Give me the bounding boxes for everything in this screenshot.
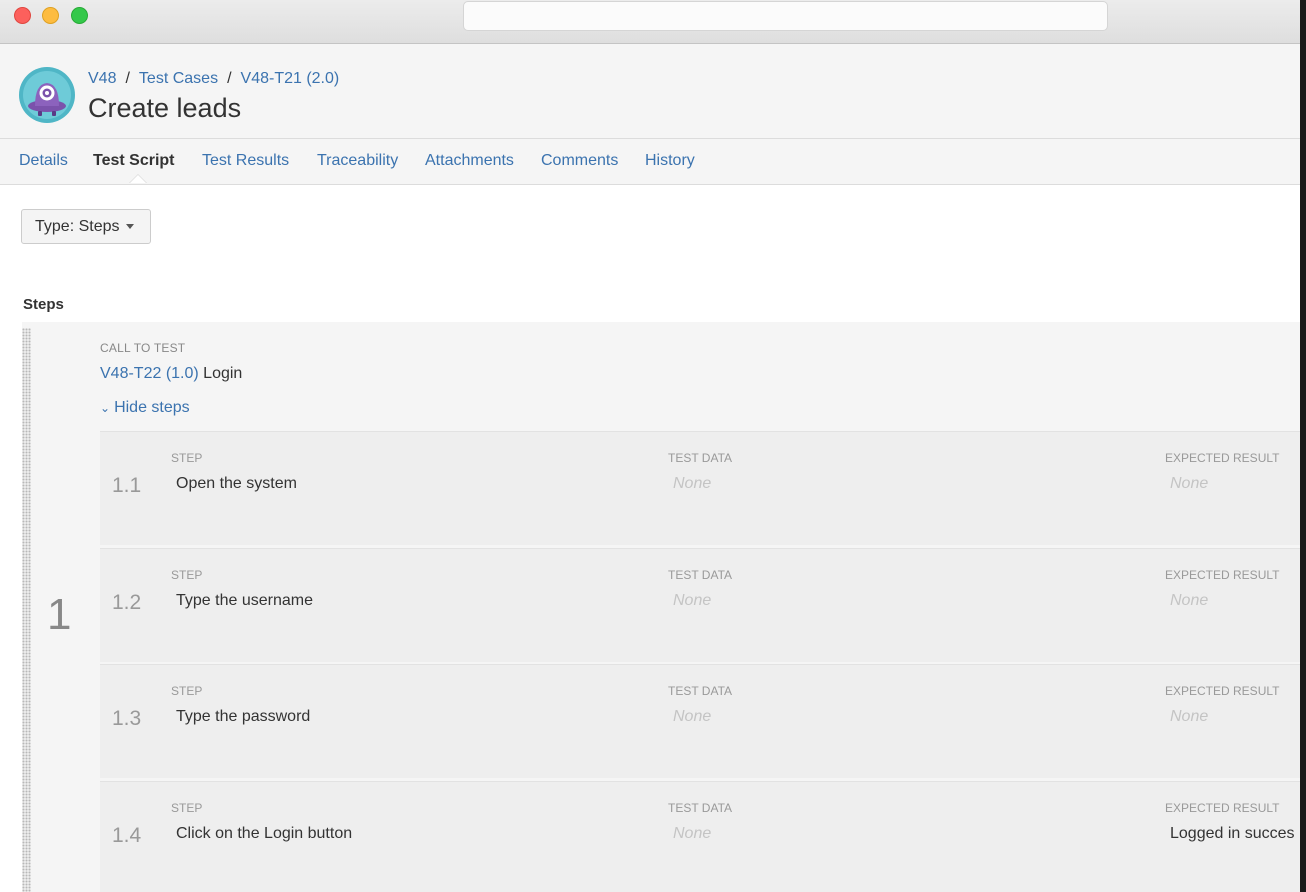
test-data-column-label: TEST DATA bbox=[668, 684, 733, 698]
expected-result-value[interactable]: None bbox=[1170, 475, 1208, 493]
step-number: 1 bbox=[47, 590, 72, 639]
tab-comments[interactable]: Comments bbox=[541, 152, 618, 170]
expected-result-column-label: EXPECTED RESULT bbox=[1165, 568, 1280, 582]
breadcrumb-section-link[interactable]: Test Cases bbox=[139, 70, 218, 87]
browser-window: V48 / Test Cases / V48-T21 (2.0) Create lead… bbox=[0, 0, 1300, 892]
steps-heading: Steps bbox=[23, 296, 64, 313]
step-column-label: STEP bbox=[171, 684, 203, 698]
chevron-down-icon: ⌄ bbox=[100, 401, 111, 415]
active-tab-indicator bbox=[129, 174, 147, 183]
test-data-value[interactable]: None bbox=[673, 708, 711, 726]
page-title: Create leads bbox=[88, 93, 242, 123]
test-data-value[interactable]: None bbox=[673, 592, 711, 610]
window-titlebar bbox=[0, 0, 1300, 44]
test-data-column-label: TEST DATA bbox=[668, 451, 733, 465]
breadcrumb: V48 / Test Cases / V48-T21 (2.0) bbox=[88, 70, 339, 88]
tab-attachments[interactable]: Attachments bbox=[425, 152, 514, 170]
breadcrumb-project-link[interactable]: V48 bbox=[88, 70, 116, 87]
page-header: V48 / Test Cases / V48-T21 (2.0) Create lead… bbox=[0, 44, 1300, 139]
called-test-link[interactable]: V48-T22 (1.0) bbox=[100, 365, 199, 382]
sub-step-description[interactable]: Open the system bbox=[176, 475, 297, 493]
tab-test-script[interactable]: Test Script bbox=[93, 152, 175, 170]
type-dropdown-label: Type: Steps bbox=[35, 218, 120, 235]
tab-test-results[interactable]: Test Results bbox=[202, 152, 289, 170]
expected-result-value[interactable]: None bbox=[1170, 708, 1208, 726]
test-data-value[interactable]: None bbox=[673, 475, 711, 493]
breadcrumb-item-link[interactable]: V48-T21 (2.0) bbox=[241, 70, 340, 87]
sub-step-description[interactable]: Type the username bbox=[176, 592, 313, 610]
step-column-label: STEP bbox=[171, 801, 203, 815]
hide-steps-label: Hide steps bbox=[114, 399, 190, 416]
sub-step-row: STEP TEST DATA EXPECTED RESULT 1.4 Click… bbox=[100, 781, 1300, 892]
caret-down-icon bbox=[125, 224, 134, 230]
type-dropdown-button[interactable]: Type: Steps bbox=[21, 209, 151, 244]
tab-details[interactable]: Details bbox=[19, 152, 68, 170]
expected-result-value[interactable]: Logged in succes bbox=[1170, 825, 1295, 843]
sub-step-description[interactable]: Type the password bbox=[176, 708, 310, 726]
sub-step-row: STEP TEST DATA EXPECTED RESULT 1.3 Type … bbox=[100, 664, 1300, 778]
expected-result-column-label: EXPECTED RESULT bbox=[1165, 451, 1280, 465]
screen-edge bbox=[1300, 0, 1306, 892]
sub-step-number: 1.4 bbox=[112, 824, 142, 847]
test-data-value[interactable]: None bbox=[673, 825, 711, 843]
call-to-test-label: CALL TO TEST bbox=[100, 341, 186, 355]
sub-step-row: STEP TEST DATA EXPECTED RESULT 1.2 Type … bbox=[100, 548, 1300, 662]
minimize-window-button[interactable] bbox=[42, 7, 59, 24]
test-management-app-logo-icon bbox=[19, 67, 75, 123]
hide-steps-toggle[interactable]: ⌄ Hide steps bbox=[100, 399, 190, 417]
close-window-button[interactable] bbox=[14, 7, 31, 24]
tab-bar: Details Test Script Test Results Traceab… bbox=[0, 139, 1300, 185]
tab-history[interactable]: History bbox=[645, 152, 695, 170]
zoom-window-button[interactable] bbox=[71, 7, 88, 24]
sub-step-description[interactable]: Click on the Login button bbox=[176, 825, 352, 843]
step-column-label: STEP bbox=[171, 451, 203, 465]
step-row: 1 CALL TO TEST V48-T22 (1.0) Login ⌄ Hide… bbox=[22, 322, 1300, 892]
breadcrumb-separator: / bbox=[227, 70, 232, 87]
breadcrumb-separator: / bbox=[125, 70, 130, 87]
expected-result-column-label: EXPECTED RESULT bbox=[1165, 801, 1280, 815]
call-to-test: V48-T22 (1.0) Login bbox=[100, 365, 242, 383]
called-test-name: Login bbox=[203, 365, 243, 382]
drag-handle-icon[interactable] bbox=[22, 328, 31, 892]
expected-result-column-label: EXPECTED RESULT bbox=[1165, 684, 1280, 698]
sub-step-number: 1.2 bbox=[112, 591, 142, 614]
sub-step-number: 1.1 bbox=[112, 474, 142, 497]
expected-result-value[interactable]: None bbox=[1170, 592, 1208, 610]
address-bar[interactable] bbox=[463, 1, 1108, 31]
sub-step-row: STEP TEST DATA EXPECTED RESULT 1.1 Open … bbox=[100, 431, 1300, 545]
test-data-column-label: TEST DATA bbox=[668, 568, 733, 582]
sub-step-number: 1.3 bbox=[112, 707, 142, 730]
tab-traceability[interactable]: Traceability bbox=[317, 152, 398, 170]
test-data-column-label: TEST DATA bbox=[668, 801, 733, 815]
step-column-label: STEP bbox=[171, 568, 203, 582]
